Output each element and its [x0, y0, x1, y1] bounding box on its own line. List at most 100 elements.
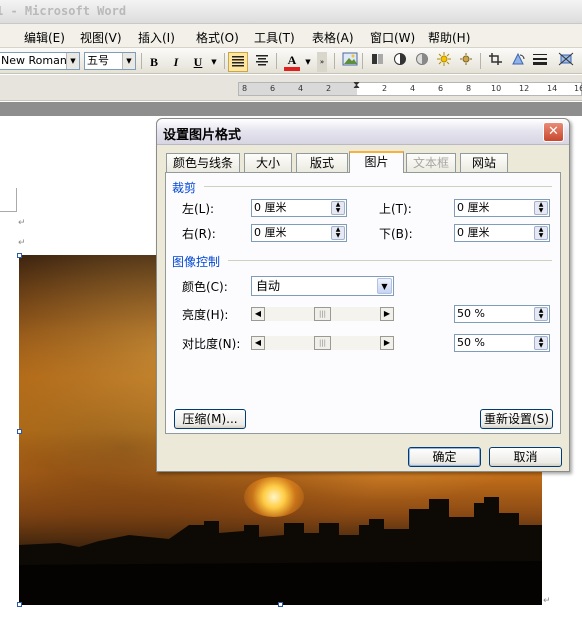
crop-top-value: 0 厘米: [457, 201, 490, 214]
ruler-tick: 12: [519, 84, 530, 93]
spinner-arrows-icon[interactable]: ▲ ▼: [534, 307, 548, 321]
resize-handle[interactable]: [278, 602, 283, 607]
font-color-dropdown-icon[interactable]: ▼: [302, 52, 314, 72]
crop-top-spinner[interactable]: 0 厘米 ▲ ▼: [454, 199, 550, 217]
formatting-toolbar: New Roman ▼ 五号 ▼ B I U ▼ A ▼ »: [0, 48, 582, 74]
line-style-button[interactable]: [530, 52, 550, 72]
bold-button[interactable]: B: [144, 52, 164, 72]
font-name-select[interactable]: New Roman ▼: [0, 52, 80, 70]
spinner-arrows-icon[interactable]: ▲ ▼: [534, 336, 548, 350]
font-size-select[interactable]: 五号 ▼: [84, 52, 136, 70]
less-brightness-button[interactable]: [456, 52, 476, 72]
ruler-tick: 4: [410, 84, 416, 93]
crop-top-label: 上(T):: [379, 202, 412, 216]
align-left-icon: [232, 56, 244, 67]
ruler-tick: 8: [242, 84, 248, 93]
color-select[interactable]: 自动 ▼: [251, 276, 394, 296]
window-title-bar: 1 - Microsoft Word: [0, 0, 582, 24]
format-picture-dialog: 设置图片格式 ✕ 颜色与线条 大小 版式 图片 文本框 网站 裁剪 左(L): …: [156, 118, 570, 472]
compress-button[interactable]: 压缩(M)...: [174, 409, 246, 429]
align-left-button[interactable]: [228, 52, 248, 72]
toolbar-overflow-icon[interactable]: »: [317, 52, 327, 72]
spinner-arrows-icon[interactable]: ▲ ▼: [534, 201, 548, 215]
contrast-slider-thumb[interactable]: |||: [314, 336, 331, 350]
crop-heading: 裁剪: [172, 181, 197, 195]
tab-size[interactable]: 大小: [244, 153, 292, 172]
dialog-title-bar[interactable]: 设置图片格式 ✕: [157, 119, 569, 145]
ruler-tick: 6: [438, 84, 444, 93]
chevron-down-icon[interactable]: ▼: [66, 53, 79, 69]
brightness-value: 50 %: [457, 307, 485, 320]
align-center-icon: [256, 55, 268, 66]
page-corner-mark: [0, 188, 17, 212]
contrast-spinner[interactable]: 50 % ▲ ▼: [454, 334, 550, 352]
tab-layout[interactable]: 版式: [296, 153, 348, 172]
more-brightness-button[interactable]: [434, 52, 454, 72]
spinner-arrows-icon[interactable]: ▲ ▼: [331, 226, 345, 240]
resize-handle[interactable]: [17, 253, 22, 258]
cancel-button[interactable]: 取消: [489, 447, 562, 467]
crop-left-label: 左(L):: [182, 202, 215, 216]
slider-left-arrow-icon[interactable]: ◀: [251, 336, 265, 350]
rotate-left-button[interactable]: [508, 52, 528, 72]
resize-handle[interactable]: [17, 429, 22, 434]
toolbar-separator: [224, 53, 225, 69]
horizontal-ruler[interactable]: 8 6 4 2 2 4 6 8 10 12 14 16 ⧗: [238, 80, 582, 96]
tab-colors-and-lines[interactable]: 颜色与线条: [166, 153, 240, 172]
crop-left-spinner[interactable]: 0 厘米 ▲ ▼: [251, 199, 347, 217]
brightness-slider-thumb[interactable]: |||: [314, 307, 331, 321]
insert-picture-button[interactable]: [340, 52, 360, 72]
resize-handle[interactable]: [17, 602, 22, 607]
tab-web[interactable]: 网站: [460, 153, 508, 172]
rotate-icon: [512, 52, 525, 65]
menu-bar: 编辑(E) 视图(V) 插入(I) 格式(O) 工具(T) 表格(A) 窗口(W…: [0, 24, 582, 48]
dialog-title: 设置图片格式: [163, 128, 242, 143]
slider-right-arrow-icon[interactable]: ▶: [380, 336, 394, 350]
color-value: 自动: [256, 279, 281, 293]
color-label: 颜色(C):: [182, 280, 228, 294]
spinner-arrows-icon[interactable]: ▲ ▼: [331, 201, 345, 215]
text-wrapping-icon: [558, 52, 574, 66]
crop-button[interactable]: [486, 52, 506, 72]
crop-right-value: 0 厘米: [254, 226, 287, 239]
menu-tools[interactable]: 工具(T): [254, 29, 295, 46]
crop-icon: [489, 53, 502, 65]
less-contrast-button[interactable]: [412, 52, 432, 72]
spinner-arrows-icon[interactable]: ▲ ▼: [534, 226, 548, 240]
align-center-button[interactable]: [252, 52, 272, 72]
contrast-slider[interactable]: ◀ ||| ▶: [251, 336, 394, 350]
chevron-down-icon[interactable]: ▼: [377, 278, 392, 294]
menu-view[interactable]: 视图(V): [80, 29, 122, 46]
color-button[interactable]: [368, 52, 388, 72]
menu-format[interactable]: 格式(O): [196, 29, 239, 46]
underline-dropdown-icon[interactable]: ▼: [208, 52, 220, 72]
color-icon: [372, 54, 383, 64]
brightness-spinner[interactable]: 50 % ▲ ▼: [454, 305, 550, 323]
crop-bottom-spinner[interactable]: 0 厘米 ▲ ▼: [454, 224, 550, 242]
indent-marker-icon[interactable]: ⧗: [353, 80, 360, 91]
menu-table[interactable]: 表格(A): [312, 29, 354, 46]
italic-button[interactable]: I: [166, 52, 186, 72]
crop-right-spinner[interactable]: 0 厘米 ▲ ▼: [251, 224, 347, 242]
menu-insert[interactable]: 插入(I): [138, 29, 175, 46]
document-top-margin: [0, 102, 582, 116]
underline-button[interactable]: U: [188, 52, 208, 72]
tab-picture[interactable]: 图片: [349, 151, 404, 173]
more-contrast-button[interactable]: [390, 52, 410, 72]
slider-right-arrow-icon[interactable]: ▶: [380, 307, 394, 321]
text-wrapping-button[interactable]: [556, 52, 576, 72]
font-color-letter: A: [287, 53, 297, 67]
ok-button[interactable]: 确定: [408, 447, 481, 467]
picture-tab-panel: 裁剪 左(L): 0 厘米 ▲ ▼ 上(T): 0 厘米 ▲ ▼ 右(R): 0 厘…: [165, 172, 561, 434]
menu-window[interactable]: 窗口(W): [370, 29, 415, 46]
chevron-down-icon[interactable]: ▼: [122, 53, 135, 69]
crop-right-label: 右(R):: [182, 227, 216, 241]
brightness-up-icon: [437, 52, 451, 66]
reset-button[interactable]: 重新设置(S): [480, 409, 553, 429]
menu-help[interactable]: 帮助(H): [428, 29, 470, 46]
brightness-slider[interactable]: ◀ ||| ▶: [251, 307, 394, 321]
slider-left-arrow-icon[interactable]: ◀: [251, 307, 265, 321]
font-color-button[interactable]: A: [282, 52, 302, 72]
menu-edit[interactable]: 编辑(E): [24, 29, 65, 46]
close-button[interactable]: ✕: [543, 122, 564, 142]
